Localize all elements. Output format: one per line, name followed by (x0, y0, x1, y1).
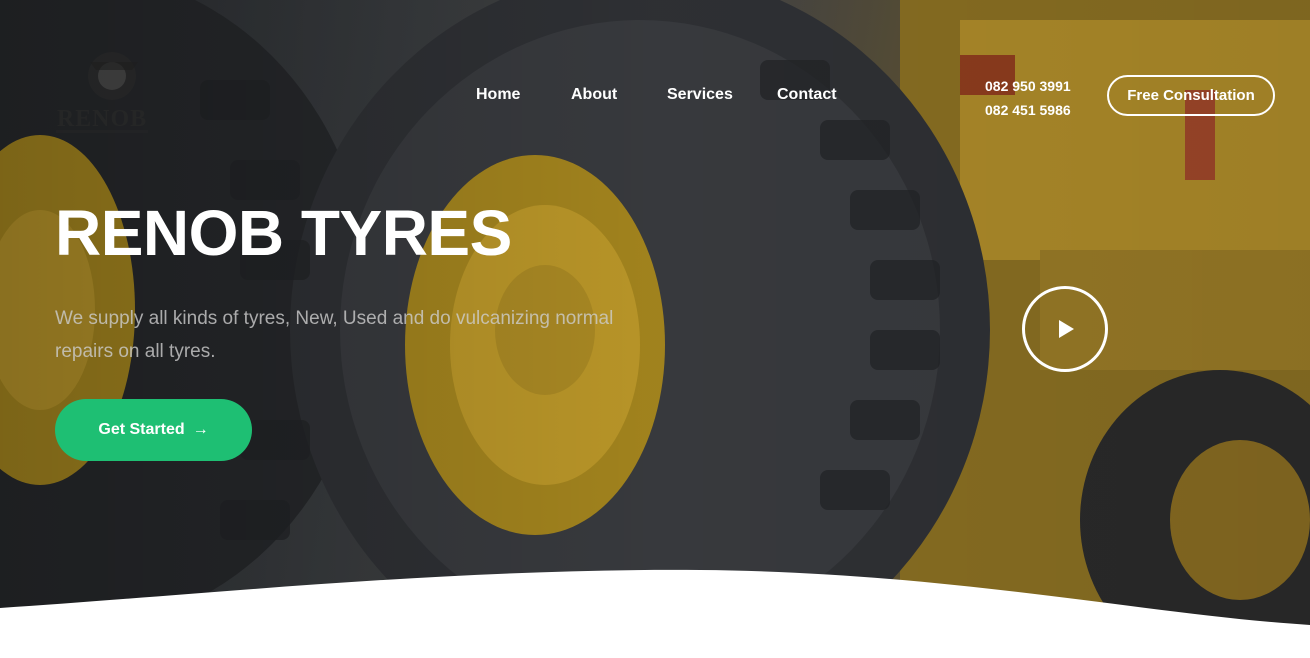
brand-logo-text: RENOB (56, 106, 148, 132)
get-started-button[interactable]: Get Started → (55, 399, 252, 461)
nav-about[interactable]: About (571, 86, 617, 104)
arrow-right-icon: → (192, 421, 209, 438)
wave-divider (0, 569, 1310, 658)
get-started-label: Get Started (98, 421, 185, 438)
nav-services[interactable]: Services (667, 86, 733, 104)
nav-home[interactable]: Home (476, 86, 520, 104)
hero-subtitle: We supply all kinds of tyres, New, Used … (55, 308, 614, 362)
play-icon (1059, 320, 1074, 338)
play-video-button[interactable] (1022, 286, 1108, 372)
phone-number-1[interactable]: 082 950 3991 (985, 74, 1071, 98)
nav-contact[interactable]: Contact (777, 86, 837, 104)
hero-title: RENOB TYRES (55, 197, 512, 269)
brand-logo[interactable]: RENOB (52, 48, 152, 140)
phone-number-2[interactable]: 082 451 5986 (985, 98, 1071, 122)
tyre-logo-icon (88, 52, 138, 100)
brand-logo-tagline-bar (56, 130, 148, 133)
header-phones: 082 950 3991 082 451 5986 (985, 74, 1071, 122)
free-consultation-button[interactable]: Free Consultation (1107, 75, 1275, 116)
